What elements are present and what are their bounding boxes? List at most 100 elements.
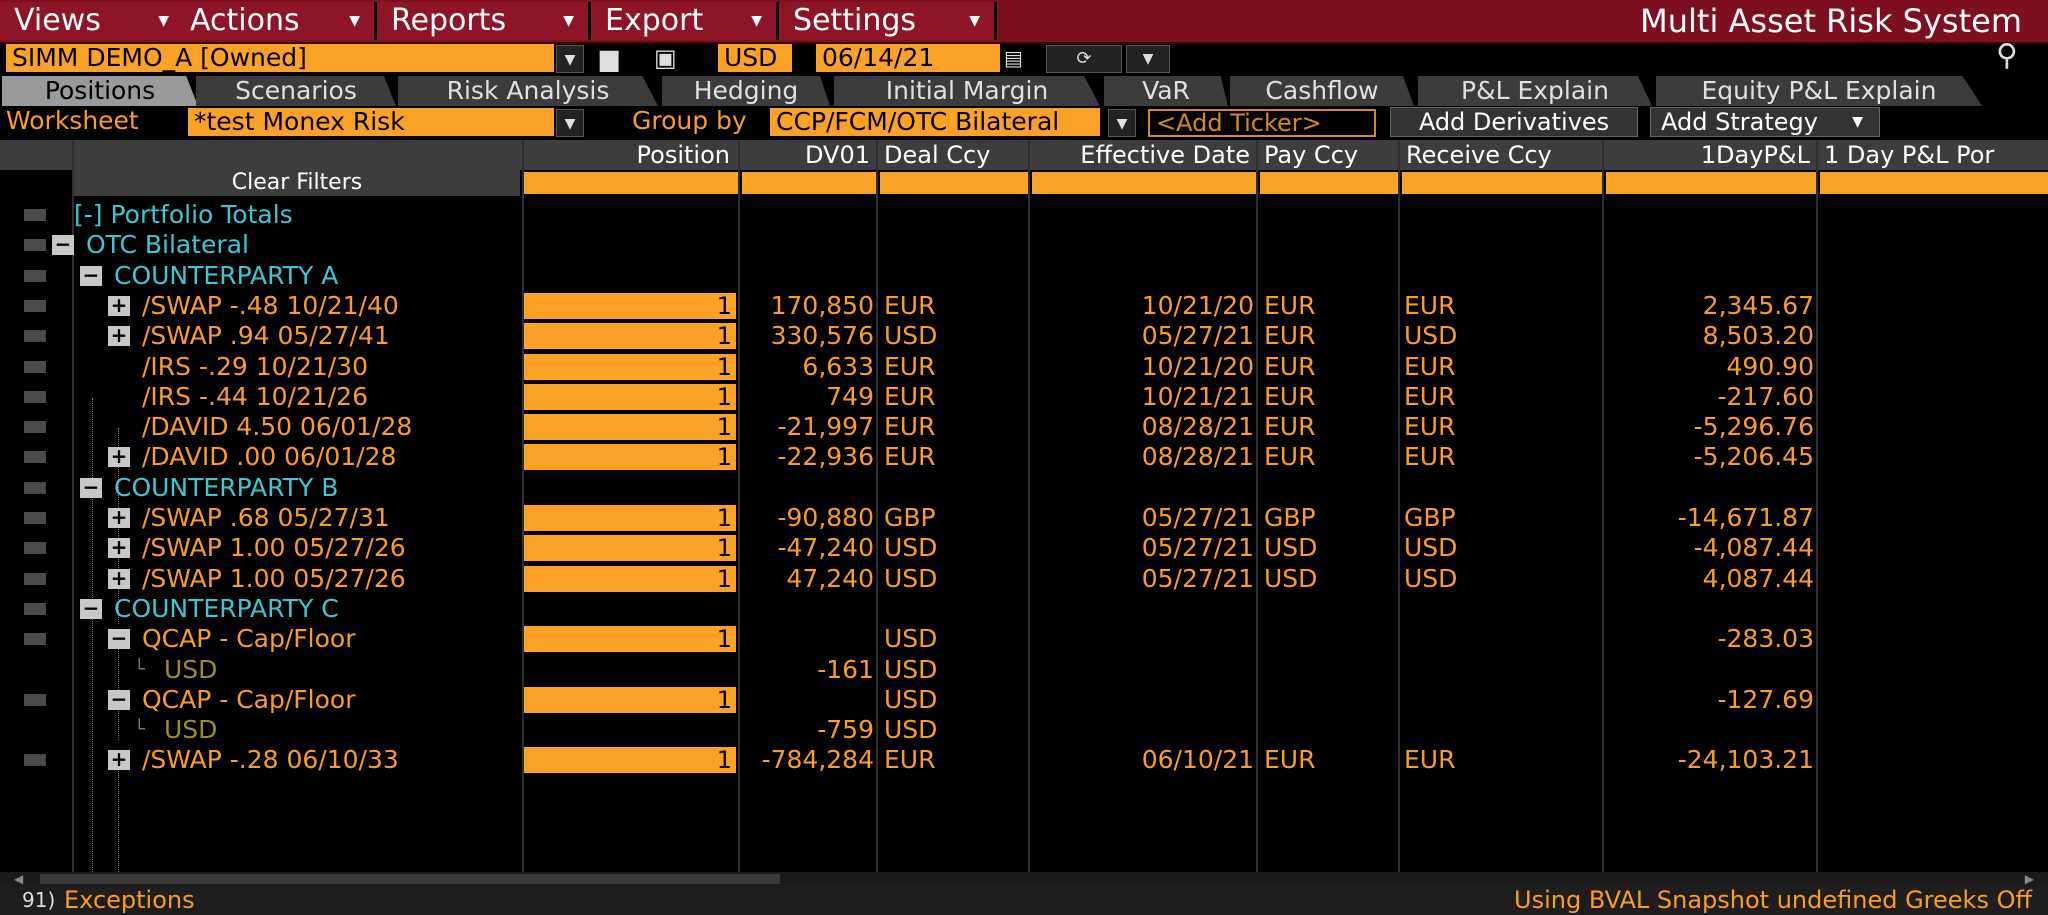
col-1day-pnl[interactable]: 1DayP&L (1604, 140, 1816, 170)
position-input[interactable]: 1 (524, 414, 736, 441)
filter-1day-pnl-portfolio[interactable] (1820, 172, 2048, 194)
position-input[interactable]: 1 (524, 323, 736, 350)
position-input[interactable]: 1 (524, 292, 736, 319)
row-name[interactable]: /DAVID .00 06/01/28 (142, 442, 396, 472)
position-input[interactable]: 1 (524, 353, 736, 380)
col-dv01[interactable]: DV01 (740, 140, 876, 170)
menu-export[interactable]: Export ▼ (591, 2, 779, 40)
position-input[interactable]: 1 (524, 535, 736, 562)
row-name[interactable]: QCAP - Cap/Floor (142, 624, 356, 654)
worksheet-dropdown-icon[interactable]: ▼ (556, 109, 584, 137)
row-select-icon[interactable] (24, 754, 46, 767)
horizontal-scrollbar[interactable]: ◀ ▶ (0, 872, 2048, 886)
scrollbar-thumb[interactable] (40, 874, 780, 884)
table-row[interactable]: /DAVID 4.50 06/01/28 1 -21,997 EUR 08/28/21 E… (0, 412, 2048, 442)
position-input[interactable]: 1 (524, 565, 736, 592)
expand-toggle-icon[interactable]: + (108, 749, 130, 771)
menu-views[interactable]: Views ▼ (0, 2, 186, 40)
position-input[interactable]: 1 (524, 505, 736, 531)
tab-positions[interactable]: Positions (2, 76, 198, 106)
add-ticker-input[interactable]: <Add Ticker> (1148, 109, 1376, 137)
table-row[interactable]: /IRS -.29 10/21/30 1 6,633 EUR 10/21/20 EUR EU… (0, 352, 2048, 382)
filter-position[interactable] (524, 172, 738, 194)
row-select-icon[interactable] (24, 421, 46, 434)
expand-toggle-icon[interactable]: − (52, 234, 74, 256)
position-input[interactable]: 1 (524, 626, 736, 653)
row-select-icon[interactable] (24, 572, 46, 585)
table-row[interactable]: − COUNTERPARTY B (0, 473, 2048, 503)
row-name[interactable]: OTC Bilateral (86, 230, 249, 260)
row-select-icon[interactable] (24, 330, 46, 343)
table-row[interactable]: + /SWAP -.28 06/10/33 1 -784,284 EUR 06/10/21… (0, 745, 2048, 775)
expand-toggle-icon[interactable]: + (108, 446, 130, 468)
col-position[interactable]: Position (524, 140, 736, 170)
row-name[interactable]: /IRS -.29 10/21/30 (142, 352, 368, 382)
table-row[interactable]: └ USD -759 USD (0, 715, 2048, 745)
table-row[interactable]: + /SWAP 1.00 05/27/26 1 47,240 USD 05/27/21 US… (0, 564, 2048, 594)
menu-reports[interactable]: Reports ▼ (377, 2, 591, 40)
filter-deal-ccy[interactable] (880, 172, 1028, 194)
table-row[interactable]: − OTC Bilateral (0, 230, 2048, 260)
table-row[interactable]: − QCAP - Cap/Floor 1 USD -283.03 (0, 624, 2048, 654)
row-select-icon[interactable] (24, 299, 46, 312)
col-deal-ccy[interactable]: Deal Ccy (878, 140, 1028, 170)
row-name[interactable]: /DAVID 4.50 06/01/28 (142, 412, 412, 442)
col-pay-ccy[interactable]: Pay Ccy (1258, 140, 1398, 170)
position-input[interactable]: 1 (524, 383, 736, 410)
table-row[interactable]: − COUNTERPARTY A (0, 261, 2048, 291)
add-strategy-button[interactable]: Add Strategy ▼ (1650, 107, 1880, 137)
row-select-icon[interactable] (24, 633, 46, 646)
worksheet-select[interactable]: *test Monex Risk (188, 108, 554, 136)
row-select-icon[interactable] (24, 209, 46, 221)
tab-risk-analysis[interactable]: Risk Analysis (398, 76, 658, 106)
position-input[interactable]: 1 (524, 686, 736, 713)
row-name[interactable]: USD (164, 655, 217, 685)
col-receive-ccy[interactable]: Receive Ccy (1400, 140, 1602, 170)
row-select-icon[interactable] (24, 239, 46, 252)
row-select-icon[interactable] (24, 481, 46, 494)
folder-icon[interactable]: ▆ (600, 44, 618, 72)
refresh-dropdown-icon[interactable]: ▼ (1126, 45, 1170, 73)
menu-actions[interactable]: Actions ▼ (176, 2, 377, 40)
table-row[interactable]: + /SWAP .68 05/27/31 1 -90,880 GBP 05/27/21 GB… (0, 503, 2048, 533)
row-name[interactable]: /SWAP -.48 10/21/40 (142, 291, 399, 321)
expand-toggle-icon[interactable]: − (80, 265, 102, 286)
expand-toggle-icon[interactable]: + (108, 568, 130, 589)
calendar-icon[interactable]: ▤ (1004, 44, 1023, 72)
position-input[interactable]: 1 (524, 444, 736, 471)
filter-receive-ccy[interactable] (1402, 172, 1602, 194)
currency-field[interactable]: USD (718, 44, 792, 72)
row-name[interactable]: [-] Portfolio Totals (74, 200, 293, 230)
filter-effective-date[interactable] (1032, 172, 1256, 194)
exceptions-link[interactable]: Exceptions (64, 886, 195, 915)
save-icon[interactable]: ▣ (654, 44, 677, 72)
refresh-button[interactable]: ⟳ (1046, 45, 1122, 73)
tab-equity-pnl-explain[interactable]: Equity P&L Explain (1656, 76, 1982, 106)
table-row[interactable]: └ USD -161 USD (0, 655, 2048, 685)
row-name[interactable]: /SWAP .94 05/27/41 (142, 321, 390, 351)
expand-toggle-icon[interactable]: + (108, 537, 130, 559)
row-name[interactable]: /SWAP 1.00 05/27/26 (142, 533, 406, 563)
expand-toggle-icon[interactable]: − (80, 477, 102, 498)
row-name[interactable]: COUNTERPARTY B (114, 473, 338, 503)
expand-toggle-icon[interactable]: + (108, 507, 130, 528)
row-name[interactable]: COUNTERPARTY C (114, 594, 339, 624)
group-by-dropdown-icon[interactable]: ▼ (1108, 109, 1136, 137)
tab-scenarios[interactable]: Scenarios (196, 76, 396, 106)
table-row[interactable]: + /SWAP .94 05/27/41 1 330,576 USD 05/27/21 EU… (0, 321, 2048, 351)
row-select-icon[interactable] (24, 602, 46, 615)
expand-toggle-icon[interactable]: − (108, 628, 130, 650)
table-row[interactable]: [-] Portfolio Totals (0, 200, 2048, 230)
row-name[interactable]: /IRS -.44 10/21/26 (142, 382, 368, 412)
row-select-icon[interactable] (24, 360, 46, 373)
zoom-add-icon[interactable]: ⚲ (1996, 41, 2018, 71)
table-row[interactable]: /IRS -.44 10/21/26 1 749 EUR 10/21/21 EUR EUR -… (0, 382, 2048, 412)
tab-cashflow[interactable]: Cashflow (1230, 76, 1414, 106)
clear-filters-button[interactable]: Clear Filters (74, 170, 520, 196)
menu-settings[interactable]: Settings ▼ (779, 2, 997, 40)
row-name[interactable]: /SWAP -.28 06/10/33 (142, 745, 399, 775)
filter-pay-ccy[interactable] (1260, 172, 1398, 194)
group-by-select[interactable]: CCP/FCM/OTC Bilateral (770, 108, 1100, 136)
tab-pnl-explain[interactable]: P&L Explain (1418, 76, 1652, 106)
tab-var[interactable]: VaR (1104, 76, 1228, 106)
